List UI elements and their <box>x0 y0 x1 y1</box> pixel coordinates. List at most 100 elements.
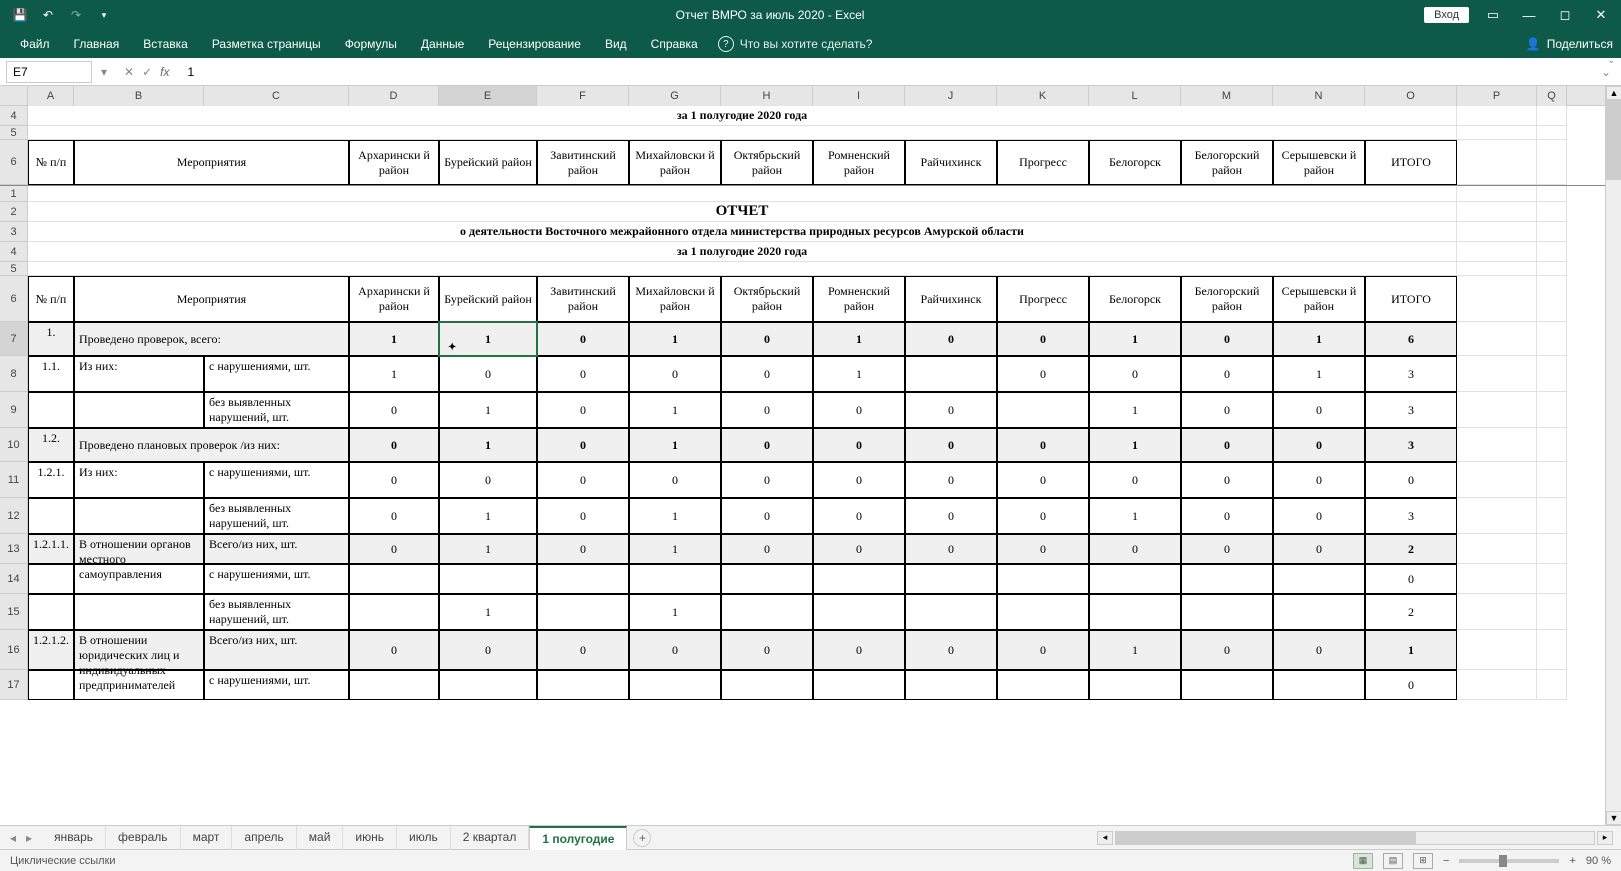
row-number-cell[interactable] <box>28 392 74 428</box>
table-header-cell[interactable]: № п/п <box>28 140 74 185</box>
cell[interactable] <box>1537 262 1567 276</box>
data-cell[interactable]: 0 <box>813 462 905 498</box>
data-cell[interactable]: 0 <box>1181 462 1273 498</box>
data-cell[interactable]: 0 <box>905 428 997 462</box>
row-label-cell[interactable] <box>74 498 204 534</box>
data-cell[interactable]: 0 <box>349 462 439 498</box>
cell[interactable] <box>1537 322 1567 356</box>
column-header-N[interactable]: N <box>1273 86 1365 106</box>
data-cell[interactable] <box>629 670 721 700</box>
cell[interactable] <box>1457 106 1537 126</box>
sheet-tab[interactable]: март <box>181 826 233 850</box>
data-cell[interactable] <box>997 594 1089 630</box>
data-cell[interactable]: 1 <box>1089 322 1181 356</box>
row-label-cell[interactable]: Проведено плановых проверок /из них: <box>74 428 349 462</box>
data-cell[interactable] <box>997 670 1089 700</box>
cell[interactable] <box>1457 670 1537 700</box>
data-cell[interactable]: 0 <box>1365 462 1457 498</box>
column-header-G[interactable]: G <box>629 86 721 106</box>
table-header-cell[interactable]: Завитинский район <box>537 140 629 185</box>
data-cell[interactable]: 0 <box>905 534 997 564</box>
row-label-cell[interactable] <box>74 594 204 630</box>
sheet-tab[interactable]: июнь <box>343 826 397 850</box>
data-cell[interactable]: 0 <box>1365 670 1457 700</box>
cell[interactable] <box>1457 262 1537 276</box>
ribbon-tab-7[interactable]: Вид <box>593 31 639 57</box>
cell[interactable] <box>1457 462 1537 498</box>
data-cell[interactable] <box>997 564 1089 594</box>
table-header-cell[interactable]: Завитинский район <box>537 276 629 322</box>
cell[interactable] <box>1537 106 1567 126</box>
column-header-K[interactable]: K <box>997 86 1089 106</box>
data-cell[interactable]: 0 <box>813 630 905 670</box>
cell[interactable] <box>1537 534 1567 564</box>
cell[interactable] <box>1537 670 1567 700</box>
vertical-scrollbar[interactable]: ▲ ▼ <box>1605 86 1621 825</box>
page-layout-view-button[interactable]: ▤ <box>1383 853 1403 869</box>
cell[interactable] <box>1537 564 1567 594</box>
zoom-out-button[interactable]: − <box>1443 855 1449 867</box>
minimize-icon[interactable]: — <box>1517 3 1541 27</box>
ribbon-tab-4[interactable]: Формулы <box>333 31 409 57</box>
row-label-cell[interactable]: Из них: <box>74 462 204 498</box>
enter-icon[interactable]: ✓ <box>142 65 152 79</box>
row-number-cell[interactable] <box>28 670 74 700</box>
data-cell[interactable]: 0 <box>629 462 721 498</box>
row-sublabel-cell[interactable]: с нарушениями, шт. <box>204 356 349 392</box>
data-cell[interactable] <box>721 564 813 594</box>
login-button[interactable]: Вход <box>1424 7 1469 23</box>
column-header-P[interactable]: P <box>1457 86 1537 106</box>
data-cell[interactable] <box>537 564 629 594</box>
row-number-cell[interactable] <box>28 498 74 534</box>
data-cell[interactable]: 3 <box>1365 356 1457 392</box>
hscroll-left-button[interactable]: ◂ <box>1097 831 1113 845</box>
row-header-14[interactable]: 14 <box>0 564 28 594</box>
row-number-cell[interactable] <box>28 564 74 594</box>
data-cell[interactable]: 0 <box>997 356 1089 392</box>
data-cell[interactable]: 2 <box>1365 594 1457 630</box>
data-cell[interactable]: 0 <box>537 534 629 564</box>
scroll-down-button[interactable]: ▼ <box>1606 811 1621 825</box>
data-cell[interactable]: 1 <box>439 594 537 630</box>
table-header-cell[interactable]: Мероприятия <box>74 276 349 322</box>
hscroll-right-button[interactable]: ▸ <box>1597 831 1613 845</box>
sheet-tab[interactable]: 2 квартал <box>451 826 530 850</box>
zoom-slider[interactable] <box>1459 859 1559 863</box>
data-cell[interactable]: 0 <box>1273 428 1365 462</box>
data-cell[interactable]: 0 <box>537 322 629 356</box>
namebox-dropdown-icon[interactable]: ▾ <box>96 65 112 79</box>
table-header-cell[interactable]: Белогорск <box>1089 140 1181 185</box>
sheet-tab[interactable]: 1 полугодие <box>529 826 627 850</box>
table-header-cell[interactable]: Ромненский район <box>813 276 905 322</box>
cell[interactable] <box>1537 202 1567 222</box>
data-cell[interactable]: 0 <box>1273 462 1365 498</box>
data-cell[interactable]: 0 <box>1365 564 1457 594</box>
cancel-icon[interactable]: ✕ <box>124 65 134 79</box>
table-header-cell[interactable]: Прогресс <box>997 140 1089 185</box>
data-cell[interactable]: 1 <box>629 322 721 356</box>
data-cell[interactable]: 1 <box>1365 630 1457 670</box>
data-cell[interactable]: 3 <box>1365 428 1457 462</box>
data-cell[interactable] <box>1273 564 1365 594</box>
add-sheet-button[interactable]: + <box>633 829 651 847</box>
row-header-2[interactable]: 2 <box>0 202 28 222</box>
ribbon-tab-1[interactable]: Главная <box>62 31 132 57</box>
row-sublabel-cell[interactable]: без выявленных нарушений, шт. <box>204 392 349 428</box>
data-cell[interactable]: 0 <box>721 392 813 428</box>
data-cell[interactable]: 0 <box>905 322 997 356</box>
table-header-cell[interactable]: № п/п <box>28 276 74 322</box>
table-header-cell[interactable]: Белогорск <box>1089 276 1181 322</box>
cell[interactable] <box>1537 186 1567 202</box>
row-label-cell[interactable]: Проведено проверок, всего: <box>74 322 349 356</box>
data-cell[interactable]: 1 <box>629 594 721 630</box>
data-cell[interactable]: 0 <box>813 534 905 564</box>
data-cell[interactable]: 0 <box>721 630 813 670</box>
data-cell[interactable] <box>439 670 537 700</box>
row-label-cell[interactable] <box>74 392 204 428</box>
row-number-cell[interactable] <box>28 594 74 630</box>
row-label-cell[interactable]: Из них: <box>74 356 204 392</box>
data-cell[interactable] <box>905 670 997 700</box>
row-sublabel-cell[interactable]: без выявленных нарушений, шт. <box>204 498 349 534</box>
data-cell[interactable]: 1 <box>439 534 537 564</box>
data-cell[interactable]: 0 <box>629 630 721 670</box>
